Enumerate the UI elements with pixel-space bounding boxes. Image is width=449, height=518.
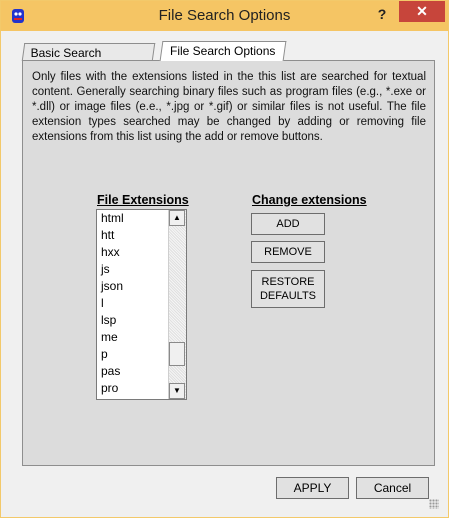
remove-button[interactable]: REMOVE — [251, 241, 325, 263]
list-item[interactable]: p — [97, 346, 167, 363]
restore-label-line1: RESTORE — [261, 276, 315, 288]
list-item[interactable]: json — [97, 278, 167, 295]
file-extensions-listbox[interactable]: html htt hxx js json l lsp me p pas pro … — [96, 209, 187, 400]
apply-button[interactable]: APPLY — [276, 477, 349, 499]
cancel-button[interactable]: Cancel — [356, 477, 429, 499]
list-item[interactable]: l — [97, 295, 167, 312]
list-item[interactable]: me — [97, 329, 167, 346]
resize-grip-icon[interactable] — [429, 499, 439, 509]
help-button[interactable]: ? — [371, 3, 393, 25]
scroll-up-arrow-icon[interactable]: ▲ — [169, 210, 185, 226]
tab-file-search-options[interactable]: File Search Options — [159, 41, 287, 61]
close-button[interactable]: ✕ — [399, 1, 445, 22]
restore-defaults-button[interactable]: RESTORE DEFAULTS — [251, 270, 325, 308]
list-item[interactable]: hxx — [97, 244, 167, 261]
scroll-thumb[interactable] — [169, 342, 185, 366]
file-search-options-panel: Only files with the extensions listed in… — [22, 60, 435, 466]
list-item[interactable]: pro — [97, 380, 167, 397]
file-extensions-label: File Extensions — [97, 193, 189, 207]
extensions-list: html htt hxx js json l lsp me p pas pro — [97, 210, 167, 397]
description-text: Only files with the extensions listed in… — [32, 71, 426, 143]
list-item[interactable]: htt — [97, 227, 167, 244]
title-bar[interactable]: File Search Options ? ✕ — [1, 1, 448, 31]
dialog-client: Basic Search Options File Search Options… — [8, 31, 441, 511]
tab-label: File Search Options — [170, 44, 276, 58]
change-extensions-label: Change extensions — [252, 193, 367, 207]
file-search-options-window: File Search Options ? ✕ Basic Search Opt… — [0, 0, 449, 518]
list-item[interactable]: lsp — [97, 312, 167, 329]
listbox-scrollbar[interactable]: ▲ ▼ — [168, 210, 186, 399]
restore-label-line2: DEFAULTS — [259, 290, 317, 302]
add-button[interactable]: ADD — [251, 213, 325, 235]
list-item[interactable]: js — [97, 261, 167, 278]
scroll-down-arrow-icon[interactable]: ▼ — [169, 383, 185, 399]
list-item[interactable]: html — [97, 210, 167, 227]
tab-basic-search-options[interactable]: Basic Search Options — [21, 43, 156, 78]
list-item[interactable]: pas — [97, 363, 167, 380]
